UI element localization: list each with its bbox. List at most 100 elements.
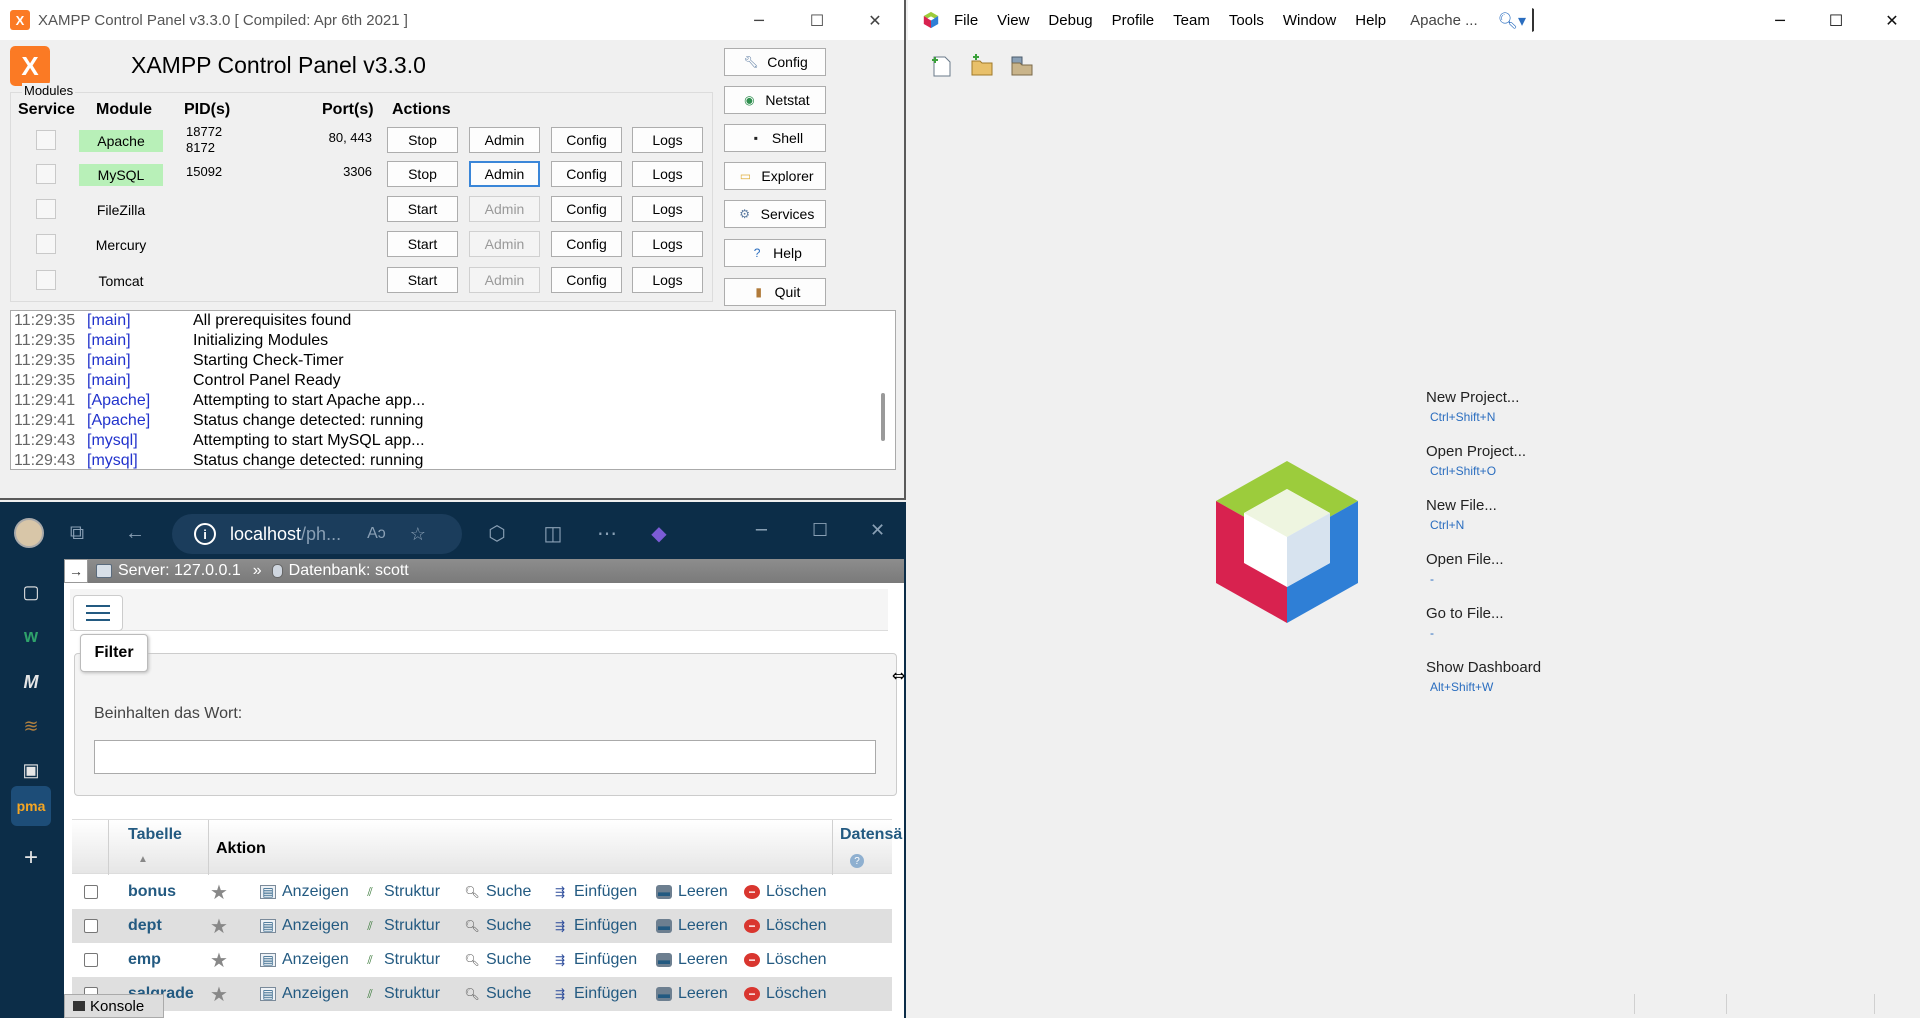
config-button[interactable]: Config (551, 267, 622, 293)
menu-file[interactable]: File (954, 12, 978, 29)
help-side-button[interactable]: ? Help (724, 239, 826, 267)
action-5-link[interactable]: − Löschen (744, 951, 827, 969)
tab-w-icon[interactable]: w (17, 622, 45, 650)
action-0-link[interactable]: ▤ Anzeigen (260, 985, 349, 1003)
favorite-star-icon[interactable]: ★ (210, 914, 228, 939)
info-icon[interactable]: i (194, 523, 216, 545)
log-scrollbar[interactable] (881, 393, 885, 441)
welcome-action-title[interactable]: Show Dashboard (1426, 659, 1541, 676)
action-1-link[interactable]: ⫽ Struktur (362, 951, 440, 969)
read-aloud-icon[interactable]: A͏ↄ (367, 525, 386, 543)
logs-button[interactable]: Logs (632, 196, 703, 222)
tab-actions-icon[interactable]: ▢ (17, 578, 45, 606)
tab-stack-icon[interactable]: ≋ (17, 712, 45, 740)
admin-button[interactable]: Admin (469, 196, 540, 222)
favorite-star-icon[interactable]: ★ (210, 948, 228, 973)
start-stop-button[interactable]: Start (387, 196, 458, 222)
action-3-link[interactable]: ⇶ Einfügen (552, 917, 637, 935)
project-selector[interactable]: Apache ... (1410, 12, 1478, 29)
welcome-action[interactable]: Open File... - (1426, 551, 1541, 605)
row-checkbox[interactable] (84, 953, 98, 967)
action-4-link[interactable]: ▬ Leeren (656, 951, 728, 969)
action-2-link[interactable]: 🔍︎ Suche (464, 951, 531, 969)
action-1-link[interactable]: ⫽ Struktur (362, 917, 440, 935)
nb-maximize-icon[interactable]: ☐ (1808, 0, 1864, 40)
welcome-action-title[interactable]: Open Project... (1426, 443, 1541, 460)
start-stop-button[interactable]: Start (387, 231, 458, 257)
admin-button[interactable]: Admin (469, 127, 540, 153)
log-panel[interactable]: 11:29:35 [main] All prerequisites found 11:… (10, 310, 896, 470)
action-2-link[interactable]: 🔍︎ Suche (464, 883, 531, 901)
welcome-action[interactable]: Open Project... Ctrl+Shift+O (1426, 443, 1541, 497)
new-file-icon[interactable] (928, 52, 956, 80)
start-stop-button[interactable]: Stop (387, 161, 458, 187)
admin-button[interactable]: Admin (469, 267, 540, 293)
table-name-link[interactable]: emp (128, 951, 161, 969)
service-checkbox[interactable] (36, 164, 56, 184)
col-tabelle[interactable]: Tabelle (128, 826, 182, 844)
split-screen-icon[interactable]: ◫ (540, 520, 566, 546)
service-checkbox[interactable] (36, 130, 56, 150)
tab-calendar-icon[interactable]: ▣ (17, 756, 45, 784)
start-stop-button[interactable]: Start (387, 267, 458, 293)
xampp-titlebar[interactable]: X XAMPP Control Panel v3.3.0 [ Compiled:… (0, 0, 904, 40)
shell-side-button[interactable]: ▪ Shell (724, 124, 826, 152)
start-stop-button[interactable]: Stop (387, 127, 458, 153)
action-3-link[interactable]: ⇶ Einfügen (552, 985, 637, 1003)
extensions-icon[interactable]: ⬡ (484, 520, 510, 546)
welcome-action-title[interactable]: New File... (1426, 497, 1541, 514)
action-3-link[interactable]: ⇶ Einfügen (552, 883, 637, 901)
netstat-side-button[interactable]: ◉ Netstat (724, 86, 826, 114)
menu-window[interactable]: Window (1283, 12, 1336, 29)
logs-button[interactable]: Logs (632, 161, 703, 187)
action-4-link[interactable]: ▬ Leeren (656, 883, 728, 901)
table-name-link[interactable]: dept (128, 917, 162, 935)
menu-team[interactable]: Team (1173, 12, 1210, 29)
copilot-icon[interactable]: ◆ (646, 520, 672, 546)
welcome-action-title[interactable]: Open File... (1426, 551, 1541, 568)
quit-side-button[interactable]: ▮ Quit (724, 278, 826, 306)
service-checkbox[interactable] (36, 234, 56, 254)
table-name-link[interactable]: bonus (128, 883, 176, 901)
search-input[interactable] (1531, 8, 1734, 32)
breadcrumb-server[interactable]: Server: 127.0.0.1 (118, 562, 241, 580)
admin-button[interactable]: Admin (469, 161, 540, 187)
hamburger-menu-icon[interactable] (73, 595, 123, 631)
admin-button[interactable]: Admin (469, 231, 540, 257)
profile-avatar[interactable] (14, 518, 44, 548)
nb-minimize-icon[interactable]: ─ (1752, 0, 1808, 40)
welcome-action[interactable]: New File... Ctrl+N (1426, 497, 1541, 551)
action-0-link[interactable]: ▤ Anzeigen (260, 951, 349, 969)
favorite-star-icon[interactable]: ☆ (410, 524, 426, 545)
new-project-icon[interactable] (968, 52, 996, 80)
menu-profile[interactable]: Profile (1112, 12, 1155, 29)
logs-button[interactable]: Logs (632, 231, 703, 257)
logs-button[interactable]: Logs (632, 267, 703, 293)
service-checkbox[interactable] (36, 270, 56, 290)
row-checkbox[interactable] (84, 885, 98, 899)
welcome-action-title[interactable]: Go to File... (1426, 605, 1541, 622)
row-checkbox[interactable] (84, 919, 98, 933)
menu-debug[interactable]: Debug (1048, 12, 1092, 29)
help-icon[interactable]: ? (850, 854, 864, 868)
filter-input[interactable] (94, 740, 876, 774)
config-side-button[interactable]: 🔧︎ Config (724, 48, 826, 76)
welcome-action[interactable]: New Project... Ctrl+Shift+N (1426, 389, 1541, 443)
breadcrumb-database[interactable]: Datenbank: scott (289, 562, 409, 580)
back-arrow-icon[interactable]: ← (122, 520, 148, 546)
action-1-link[interactable]: ⫽ Struktur (362, 883, 440, 901)
address-bar[interactable]: i localhost /ph... A͏ↄ ☆ (172, 514, 462, 554)
nb-close-icon[interactable]: ✕ (1864, 0, 1920, 40)
action-5-link[interactable]: − Löschen (744, 917, 827, 935)
welcome-action[interactable]: Show Dashboard Alt+Shift+W (1426, 659, 1541, 713)
col-datensaetze[interactable]: Datensä (840, 826, 902, 844)
console-toggle[interactable]: Konsole (64, 994, 164, 1018)
action-4-link[interactable]: ▬ Leeren (656, 917, 728, 935)
explorer-side-button[interactable]: ▭ Explorer (724, 162, 826, 190)
action-1-link[interactable]: ⫽ Struktur (362, 985, 440, 1003)
config-button[interactable]: Config (551, 231, 622, 257)
config-button[interactable]: Config (551, 196, 622, 222)
action-2-link[interactable]: 🔍︎ Suche (464, 917, 531, 935)
welcome-action[interactable]: Go to File... - (1426, 605, 1541, 659)
action-5-link[interactable]: − Löschen (744, 883, 827, 901)
